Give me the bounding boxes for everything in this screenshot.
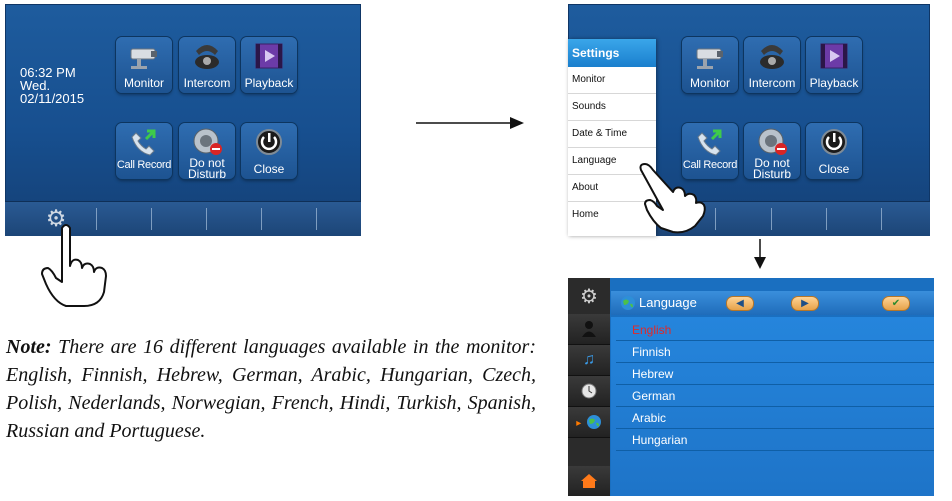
monitor-button[interactable]: Monitor [682, 37, 738, 93]
language-option-english[interactable]: English [616, 319, 934, 341]
music-note-icon[interactable]: ♫ [568, 345, 610, 376]
intercom-label: Intercom [183, 76, 231, 90]
camera-icon [130, 48, 157, 69]
monitor-label: Monitor [123, 76, 164, 90]
language-header-title: Language [639, 295, 697, 310]
close-button[interactable]: Close [241, 123, 297, 179]
power-icon [256, 129, 282, 155]
taskbar-separator [316, 208, 317, 230]
taskbar-separator [771, 208, 772, 230]
datetime-display: 06:32 PM Wed. 02/11/2015 [20, 66, 84, 105]
language-header: Language ◀ ▶ ✔ [611, 291, 934, 315]
gear-icon[interactable]: ⚙ [568, 282, 610, 312]
playback-label: Playback [244, 76, 294, 90]
arrow-right-icon [416, 117, 524, 129]
clock-icon[interactable] [568, 376, 610, 407]
close-button[interactable]: Close [806, 123, 862, 179]
language-option-german[interactable]: German [616, 385, 934, 407]
intercom-button[interactable]: Intercom [179, 37, 235, 93]
right-arrow-icon[interactable]: ▶ [791, 296, 819, 311]
date-text: 02/11/2015 [20, 91, 85, 106]
home-icon[interactable] [568, 466, 610, 496]
settings-sidebar: ⚙ ♫ ▸ [568, 278, 610, 496]
call-record-icon [697, 129, 722, 156]
phone-icon [195, 45, 219, 69]
do-not-disturb-button[interactable]: Do not Disturb [179, 123, 235, 180]
note-text: There are 16 different languages availab… [6, 336, 536, 442]
close-label: Close [818, 162, 850, 176]
taskbar-separator [715, 208, 716, 230]
call-record-label: Call Record [116, 159, 172, 171]
note-paragraph: Note: There are 16 different languages a… [6, 333, 536, 445]
taskbar-separator [206, 208, 207, 230]
arrow-down-icon [754, 239, 766, 269]
taskbar-separator [881, 208, 882, 230]
language-option-hungarian[interactable]: Hungarian [616, 429, 934, 451]
language-screen: ⚙ ♫ ▸ Language ◀ ▶ ✔ English Finnish Heb… [568, 278, 934, 496]
hand-pointer-icon [639, 163, 706, 234]
do-not-disturb-label-2: Disturb [752, 167, 791, 181]
home-screen: 06:32 PM Wed. 02/11/2015 Monitor Interco… [5, 4, 361, 236]
do-not-disturb-icon [758, 128, 787, 155]
menu-item-date-time[interactable]: Date & Time [568, 121, 656, 148]
monitor-label: Monitor [689, 76, 730, 90]
camera-icon [696, 48, 723, 69]
settings-menu-title: Settings [568, 39, 656, 67]
playback-label: Playback [809, 76, 859, 90]
playback-button[interactable]: Playback [241, 37, 297, 93]
do-not-disturb-button[interactable]: Do not Disturb [744, 123, 800, 180]
film-icon [255, 43, 283, 69]
check-icon[interactable]: ✔ [882, 296, 910, 311]
intercom-label: Intercom [748, 76, 796, 90]
do-not-disturb-icon [193, 128, 222, 155]
phone-icon [760, 45, 784, 69]
note-label: Note: [6, 336, 52, 358]
power-icon [821, 129, 847, 155]
language-option-arabic[interactable]: Arabic [616, 407, 934, 429]
menu-item-monitor[interactable]: Monitor [568, 67, 656, 94]
hand-pointer-icon [41, 224, 107, 307]
call-record-button[interactable]: Call Record [116, 123, 172, 179]
globe-icon [621, 296, 635, 310]
language-option-finnish[interactable]: Finnish [616, 341, 934, 363]
close-label: Close [253, 162, 285, 176]
menu-item-sounds[interactable]: Sounds [568, 94, 656, 121]
film-icon [820, 43, 848, 69]
call-record-icon [131, 129, 156, 156]
taskbar-separator [826, 208, 827, 230]
do-not-disturb-label-2: Disturb [187, 167, 226, 181]
taskbar-separator [151, 208, 152, 230]
globe-icon[interactable]: ▸ [568, 407, 610, 438]
person-icon[interactable] [568, 314, 610, 345]
left-arrow-icon[interactable]: ◀ [726, 296, 754, 311]
monitor-button[interactable]: Monitor [116, 37, 172, 93]
language-option-hebrew[interactable]: Hebrew [616, 363, 934, 385]
taskbar-separator [261, 208, 262, 230]
playback-button[interactable]: Playback [806, 37, 862, 93]
intercom-button[interactable]: Intercom [744, 37, 800, 93]
